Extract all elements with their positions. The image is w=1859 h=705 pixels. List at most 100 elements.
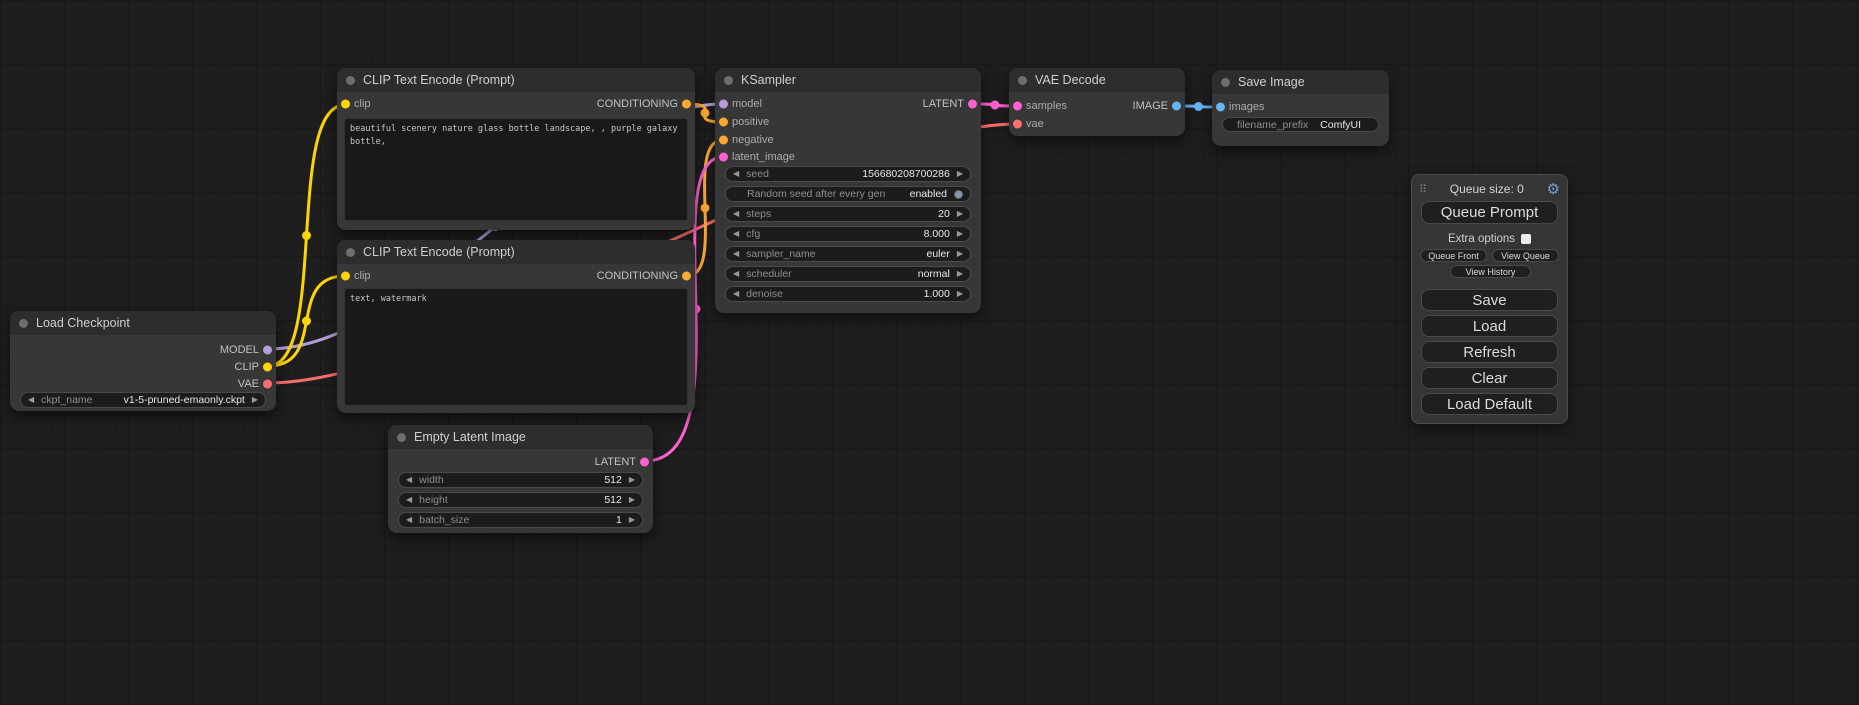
widget-scheduler[interactable]: scheduler normal (725, 266, 971, 282)
increment-arrow-icon[interactable] (957, 270, 963, 278)
node-title: CLIP Text Encode (Prompt) (363, 245, 515, 259)
widget-steps[interactable]: steps 20 (725, 206, 971, 222)
input-slot-clip[interactable] (341, 272, 350, 281)
output-slot-clip[interactable] (263, 363, 272, 372)
input-row-images: images (1212, 98, 1389, 116)
output-slot-conditioning[interactable] (682, 272, 691, 281)
drag-handle-icon[interactable] (1419, 183, 1427, 196)
widget-value: v1-5-pruned-emaonly.ckpt (93, 394, 245, 406)
load-default-button[interactable]: Load Default (1421, 393, 1558, 415)
input-slot-samples[interactable] (1013, 102, 1022, 111)
view-queue-button[interactable]: View Queue (1492, 249, 1559, 262)
widget-value: 512 (448, 494, 622, 506)
decrement-arrow-icon[interactable] (28, 396, 34, 404)
node-titlebar[interactable]: KSampler (715, 68, 981, 92)
input-row-vae: vae (1009, 115, 1185, 133)
widget-seed[interactable]: seed 156680208700286 (725, 166, 971, 182)
increment-arrow-icon[interactable] (957, 210, 963, 218)
load-button[interactable]: Load (1421, 315, 1558, 337)
node-titlebar[interactable]: Load Checkpoint (10, 311, 276, 335)
toggle-indicator-icon[interactable] (954, 190, 963, 199)
decrement-arrow-icon[interactable] (406, 496, 412, 504)
increment-arrow-icon[interactable] (957, 170, 963, 178)
node-clip-text-encode-negative[interactable]: CLIP Text Encode (Prompt) clip CONDITION… (337, 240, 695, 413)
widget-batch-size[interactable]: batch_size 1 (398, 512, 643, 528)
decrement-arrow-icon[interactable] (733, 290, 739, 298)
increment-arrow-icon[interactable] (957, 230, 963, 238)
widget-label: steps (746, 208, 771, 220)
node-titlebar[interactable]: CLIP Text Encode (Prompt) (337, 68, 695, 92)
queue-panel-header: Queue size: 0 (1419, 180, 1560, 198)
node-save-image[interactable]: Save Image images filename_prefix ComfyU… (1212, 70, 1389, 146)
save-button[interactable]: Save (1421, 289, 1558, 311)
queue-front-button[interactable]: Queue Front (1420, 249, 1487, 262)
node-status-dot-icon (19, 319, 28, 328)
output-slot-label: LATENT (595, 456, 636, 468)
slot-row: model LATENT (715, 95, 981, 113)
widget-width[interactable]: width 512 (398, 472, 643, 488)
decrement-arrow-icon[interactable] (733, 170, 739, 178)
decrement-arrow-icon[interactable] (733, 250, 739, 258)
settings-gear-icon[interactable] (1547, 182, 1560, 197)
output-slot-vae[interactable] (263, 380, 272, 389)
refresh-button[interactable]: Refresh (1421, 341, 1558, 363)
node-load-checkpoint[interactable]: Load Checkpoint MODEL CLIP VAE ckpt_name… (10, 311, 276, 411)
output-slot-model[interactable] (263, 346, 272, 355)
input-slot-images[interactable] (1216, 103, 1225, 112)
queue-small-buttons-row: Queue Front View Queue (1420, 249, 1559, 262)
node-title: Load Checkpoint (36, 316, 130, 330)
view-history-button[interactable]: View History (1450, 265, 1531, 278)
input-slot-vae[interactable] (1013, 120, 1022, 129)
node-titlebar[interactable]: VAE Decode (1009, 68, 1185, 92)
widget-random-seed-toggle[interactable]: Random seed after every gen enabled (725, 186, 971, 202)
extra-options-checkbox[interactable] (1521, 234, 1531, 244)
increment-arrow-icon[interactable] (629, 476, 635, 484)
node-ksampler[interactable]: KSampler model LATENT positive negative … (715, 68, 981, 313)
decrement-arrow-icon[interactable] (733, 270, 739, 278)
node-graph-canvas[interactable]: Load Checkpoint MODEL CLIP VAE ckpt_name… (0, 0, 1859, 705)
increment-arrow-icon[interactable] (629, 496, 635, 504)
widget-sampler-name[interactable]: sampler_name euler (725, 246, 971, 262)
output-slot-label: VAE (238, 378, 259, 390)
widget-filename-prefix[interactable]: filename_prefix ComfyUI (1222, 117, 1379, 132)
output-slot-latent[interactable] (640, 458, 649, 467)
input-slot-model[interactable] (719, 100, 728, 109)
input-slot-label: samples (1026, 100, 1067, 112)
decrement-arrow-icon[interactable] (733, 230, 739, 238)
queue-prompt-button[interactable]: Queue Prompt (1421, 201, 1558, 224)
output-slot-label: LATENT (923, 98, 964, 110)
decrement-arrow-icon[interactable] (406, 476, 412, 484)
increment-arrow-icon[interactable] (957, 250, 963, 258)
node-status-dot-icon (1221, 78, 1230, 87)
node-titlebar[interactable]: CLIP Text Encode (Prompt) (337, 240, 695, 264)
prompt-textarea[interactable]: text, watermark (344, 288, 688, 406)
input-slot-positive[interactable] (719, 118, 728, 127)
prompt-textarea[interactable]: beautiful scenery nature glass bottle la… (344, 118, 688, 221)
output-slot-label: MODEL (220, 344, 259, 356)
decrement-arrow-icon[interactable] (406, 516, 412, 524)
widget-denoise[interactable]: denoise 1.000 (725, 286, 971, 302)
input-slot-clip[interactable] (341, 100, 350, 109)
node-vae-decode[interactable]: VAE Decode samples IMAGE vae (1009, 68, 1185, 136)
input-slot-label: model (732, 98, 762, 110)
slot-row: samples IMAGE (1009, 97, 1185, 115)
input-row-latent-image: latent_image (715, 148, 981, 166)
output-slot-conditioning[interactable] (682, 100, 691, 109)
increment-arrow-icon[interactable] (957, 290, 963, 298)
node-empty-latent-image[interactable]: Empty Latent Image LATENT width 512 heig… (388, 425, 653, 533)
widget-cfg[interactable]: cfg 8.000 (725, 226, 971, 242)
node-titlebar[interactable]: Empty Latent Image (388, 425, 653, 449)
input-row-positive: positive (715, 113, 981, 131)
decrement-arrow-icon[interactable] (733, 210, 739, 218)
output-slot-latent[interactable] (968, 100, 977, 109)
widget-ckpt-name[interactable]: ckpt_name v1-5-pruned-emaonly.ckpt (20, 392, 266, 408)
increment-arrow-icon[interactable] (629, 516, 635, 524)
input-slot-latent-image[interactable] (719, 153, 728, 162)
increment-arrow-icon[interactable] (252, 396, 258, 404)
widget-height[interactable]: height 512 (398, 492, 643, 508)
node-clip-text-encode-positive[interactable]: CLIP Text Encode (Prompt) clip CONDITION… (337, 68, 695, 230)
node-titlebar[interactable]: Save Image (1212, 70, 1389, 94)
input-slot-negative[interactable] (719, 136, 728, 145)
clear-button[interactable]: Clear (1421, 367, 1558, 389)
output-slot-image[interactable] (1172, 102, 1181, 111)
